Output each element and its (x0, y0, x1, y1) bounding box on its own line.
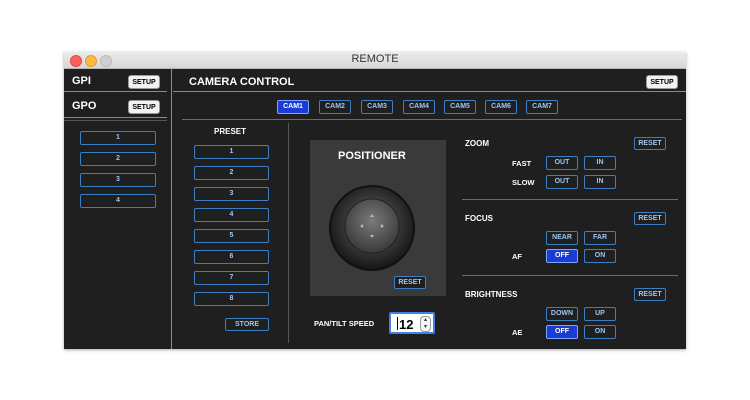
sidebar-divider (171, 69, 172, 349)
brightness-reset-button[interactable]: RESET (634, 288, 666, 301)
focus-reset-button[interactable]: RESET (634, 212, 666, 225)
speed-value: 12 (399, 317, 414, 332)
zoom-slow-out-button[interactable]: OUT (546, 175, 578, 189)
divider (64, 120, 167, 121)
divider (182, 119, 682, 120)
preset-button-6[interactable]: 6 (194, 250, 269, 264)
zoom-reset-button[interactable]: RESET (634, 137, 666, 150)
brightness-down-button[interactable]: DOWN (546, 307, 578, 321)
divider (462, 199, 678, 200)
preset-button-3[interactable]: 3 (194, 187, 269, 201)
preset-button-8[interactable]: 8 (194, 292, 269, 306)
gpo-button-2[interactable]: 2 (80, 152, 156, 166)
gpo-button-3[interactable]: 3 (80, 173, 156, 187)
tab-cam2[interactable]: CAM2 (319, 100, 351, 114)
zoom-slow-label: SLOW (512, 178, 535, 187)
tab-cam7[interactable]: CAM7 (526, 100, 558, 114)
pan-tilt-speed-field[interactable]: 12 ▴ ▾ (389, 312, 435, 334)
window-title: REMOTE (351, 53, 399, 65)
focus-far-button[interactable]: FAR (584, 231, 616, 245)
remote-window: REMOTE GPI SETUP GPO SETUP 1 2 3 4 CAMER… (64, 52, 686, 349)
zoom-slow-in-button[interactable]: IN (584, 175, 616, 189)
gpo-button-1[interactable]: 1 (80, 131, 156, 145)
pan-tilt-speed-label: PAN/TILT SPEED (314, 319, 375, 328)
preset-button-7[interactable]: 7 (194, 271, 269, 285)
tab-cam5[interactable]: CAM5 (444, 100, 476, 114)
preset-button-5[interactable]: 5 (194, 229, 269, 243)
gpi-setup-button[interactable]: SETUP (128, 75, 160, 89)
preset-button-1[interactable]: 1 (194, 145, 269, 159)
ae-label: AE (512, 328, 523, 337)
divider (173, 91, 686, 92)
ae-on-button[interactable]: ON (584, 325, 616, 339)
gpi-label: GPI (72, 75, 91, 87)
divider (64, 91, 167, 92)
positioner-panel: POSITIONER RESET (310, 140, 446, 296)
tab-cam1[interactable]: CAM1 (277, 100, 309, 114)
preset-title: PRESET (214, 127, 247, 136)
ae-off-button[interactable]: OFF (546, 325, 578, 339)
tab-cam6[interactable]: CAM6 (485, 100, 517, 114)
camera-control-title: CAMERA CONTROL (189, 76, 295, 88)
focus-title: FOCUS (465, 214, 493, 223)
zoom-fast-in-button[interactable]: IN (584, 156, 616, 170)
gpo-setup-button[interactable]: SETUP (128, 100, 160, 114)
title-bar: REMOTE (64, 52, 686, 69)
gpo-label: GPO (72, 100, 97, 112)
text-cursor (397, 317, 398, 330)
af-off-button[interactable]: OFF (546, 249, 578, 263)
brightness-title: BRIGHTNESS (465, 290, 518, 299)
preset-button-2[interactable]: 2 (194, 166, 269, 180)
divider (64, 117, 167, 118)
positioner-reset-button[interactable]: RESET (394, 276, 426, 289)
af-label: AF (512, 252, 522, 261)
tab-cam3[interactable]: CAM3 (361, 100, 393, 114)
camera-setup-button[interactable]: SETUP (646, 75, 678, 89)
joystick[interactable] (310, 140, 446, 296)
window-content: GPI SETUP GPO SETUP 1 2 3 4 CAMERA CONTR… (64, 69, 686, 349)
zoom-fast-label: FAST (512, 159, 532, 168)
af-on-button[interactable]: ON (584, 249, 616, 263)
focus-near-button[interactable]: NEAR (546, 231, 578, 245)
brightness-up-button[interactable]: UP (584, 307, 616, 321)
divider (462, 275, 678, 276)
speed-stepper[interactable]: ▴ ▾ (420, 316, 431, 332)
tab-cam4[interactable]: CAM4 (403, 100, 435, 114)
zoom-title: ZOOM (465, 139, 489, 148)
store-button[interactable]: STORE (225, 318, 269, 331)
preset-button-4[interactable]: 4 (194, 208, 269, 222)
gpo-button-4[interactable]: 4 (80, 194, 156, 208)
zoom-fast-out-button[interactable]: OUT (546, 156, 578, 170)
divider (288, 123, 289, 343)
